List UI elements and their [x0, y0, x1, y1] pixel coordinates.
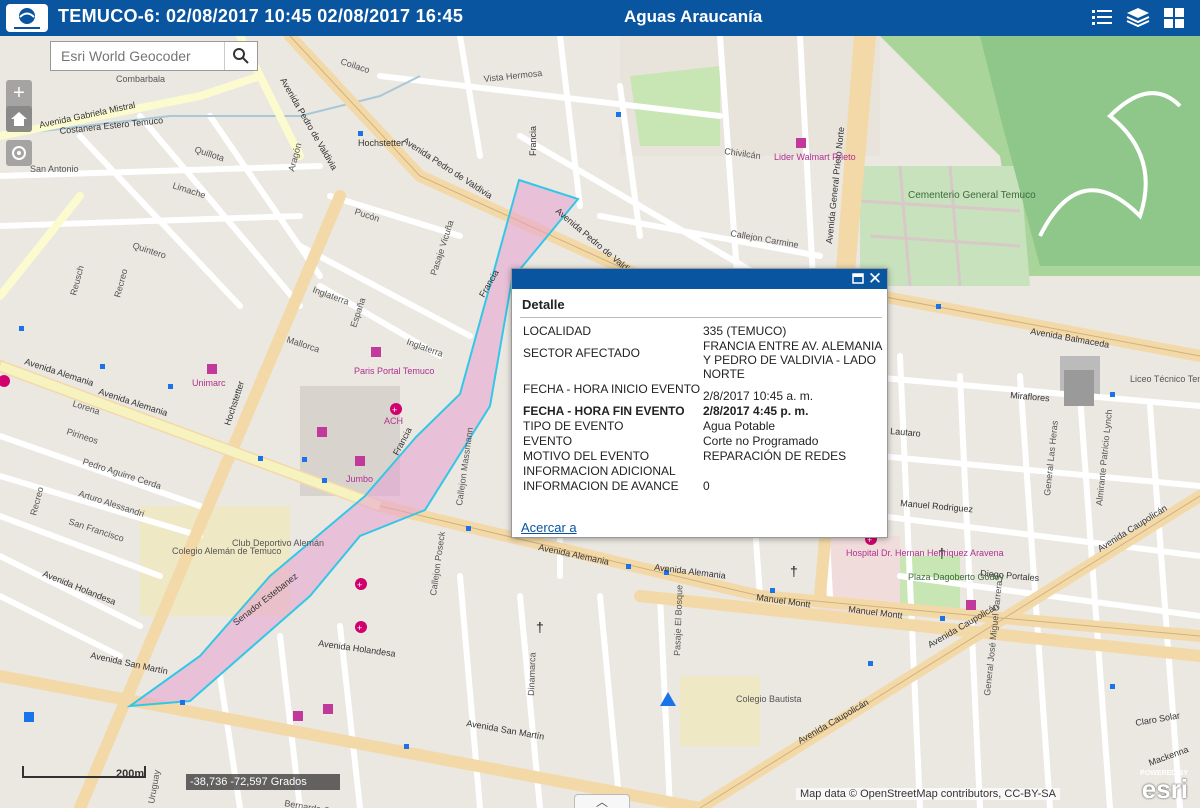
poi-unimarc-label: Unimarc — [192, 378, 226, 388]
search-box — [50, 41, 258, 71]
popup-header: ✕ — [512, 269, 887, 289]
svg-text:+: + — [357, 580, 362, 590]
attribute-label: MOTIVO DEL EVENTO — [523, 449, 650, 463]
attribute-value — [703, 464, 883, 478]
attribute-row: MOTIVO DEL EVENTO REPARACIÓN DE REDES — [523, 449, 883, 463]
attribute-row: INFORMACION ADICIONAL — [523, 464, 883, 478]
poi-plaza-label: Plaza Dagoberto Godoy — [908, 572, 1005, 582]
svg-text:+: + — [392, 405, 397, 415]
locate-button[interactable] — [6, 140, 32, 166]
poi-hospital-label: Hospital Dr. Hernan Henriquez Aravena — [846, 548, 1004, 558]
attribute-value: FRANCIA ENTRE AV. ALEMANIA Y PEDRO DE VA… — [703, 339, 882, 381]
app-logo — [6, 4, 48, 32]
attribute-label: INFORMACION ADICIONAL — [523, 464, 676, 478]
map-label: San Antonio — [30, 164, 79, 174]
map-view[interactable]: + + + + † † † Avenida Alemania Avenida A… — [0, 36, 1200, 808]
map-attribution: Map data © OpenStreetMap contributors, C… — [796, 788, 1060, 800]
maximize-icon — [852, 273, 864, 284]
bottom-panel-toggle[interactable]: ︿ — [574, 794, 630, 808]
attribute-row: INFORMACION DE AVANCE 0 — [523, 479, 883, 493]
attribute-label: TIPO DE EVENTO — [523, 419, 624, 433]
zoom-in-button[interactable]: + — [6, 80, 32, 106]
attribute-value: 335 (TEMUCO) — [703, 324, 787, 338]
basemap-grid-icon[interactable] — [1160, 4, 1188, 32]
poi-bautista-label: Colegio Bautista — [736, 694, 802, 704]
search-input[interactable] — [51, 42, 225, 70]
close-icon: ✕ — [867, 269, 883, 288]
poi-paris-label: Paris Portal Temuco — [354, 366, 434, 376]
header-bar: TEMUCO-6: 02/08/2017 10:45 02/08/2017 16… — [0, 0, 1200, 36]
svg-text:†: † — [536, 619, 544, 635]
attribute-row: FECHA - HORA INICIO EVENTO 2/8/2017 10:45… — [523, 382, 883, 403]
page-title: TEMUCO-6: 02/08/2017 10:45 02/08/2017 16… — [58, 6, 464, 26]
map-label: Combarbala — [116, 74, 165, 84]
svg-text:+: + — [357, 623, 362, 633]
search-icon — [233, 48, 249, 64]
attribute-label: INFORMACION DE AVANCE — [523, 479, 679, 493]
close-button[interactable]: ✕ — [867, 270, 883, 288]
chevron-up-icon: ︿ — [595, 795, 608, 808]
home-button[interactable] — [6, 106, 32, 132]
esri-logo: POWERED BY esri — [1114, 770, 1194, 804]
maximize-button[interactable] — [851, 272, 865, 286]
attribute-row: EVENTO Corte no Programado — [523, 434, 883, 448]
divider — [520, 317, 882, 318]
poi-cementerio-label: Cementerio General Temuco — [908, 190, 1036, 201]
attribute-table: LOCALIDAD 335 (TEMUCO) SECTOR AFECTADO FRA… — [523, 324, 883, 494]
attribute-label: FECHA - HORA FIN EVENTO — [523, 404, 685, 418]
attribute-row: LOCALIDAD 335 (TEMUCO) — [523, 324, 883, 338]
attribute-value: REPARACIÓN DE REDES — [703, 449, 847, 463]
attribute-value: 2/8/2017 10:45 a. m. — [703, 389, 814, 403]
attribute-label: FECHA - HORA INICIO EVENTO — [523, 382, 701, 396]
attribute-value: 0 — [703, 479, 710, 493]
poi-liceo-label: Liceo Técnico Temuco — [1130, 374, 1200, 384]
layers-icon[interactable] — [1124, 4, 1152, 32]
attribute-row: SECTOR AFECTADO FRANCIA ENTRE AV. ALEMANI… — [523, 339, 883, 381]
zoom-to-link[interactable]: Acercar a — [521, 520, 577, 535]
map-label: Francia — [528, 126, 538, 156]
poi-ach-label: ACH — [384, 416, 403, 426]
attribute-label: LOCALIDAD — [523, 324, 592, 338]
poi-club-label: Club Deportivo Alemán — [232, 538, 324, 548]
org-name: Aguas Araucanía — [624, 7, 763, 26]
attribute-value: 2/8/2017 4:45 p. m. — [703, 404, 809, 418]
popup-title: Detalle — [522, 297, 565, 312]
coordinate-readout: -38,736 -72,597 Grados — [186, 774, 340, 790]
poi-jumbo-label: Jumbo — [346, 474, 373, 484]
attribute-value: Corte no Programado — [703, 434, 819, 448]
list-icon[interactable] — [1088, 4, 1116, 32]
scale-label: 200m — [116, 768, 145, 780]
poi-lider-label: Lider Walmart Prieto — [774, 152, 856, 162]
attribute-row: TIPO DE EVENTO Agua Potable — [523, 419, 883, 433]
search-button[interactable] — [224, 42, 257, 70]
map-label: Hochstetter — [358, 138, 404, 148]
attribute-value: Agua Potable — [703, 419, 776, 433]
map-label: Dinamarca — [526, 652, 538, 696]
svg-text:†: † — [790, 563, 798, 579]
locate-icon — [12, 146, 26, 160]
attribute-label: EVENTO — [523, 434, 573, 448]
detail-popup: ✕ Detalle LOCALIDAD 335 (TEMUCO) SECTOR A… — [511, 268, 888, 538]
esri-wordmark: esri — [1141, 774, 1188, 804]
home-icon — [11, 112, 27, 126]
attribute-label: SECTOR AFECTADO — [523, 346, 640, 360]
attribute-row: FECHA - HORA FIN EVENTO 2/8/2017 4:45 p. … — [523, 404, 883, 418]
